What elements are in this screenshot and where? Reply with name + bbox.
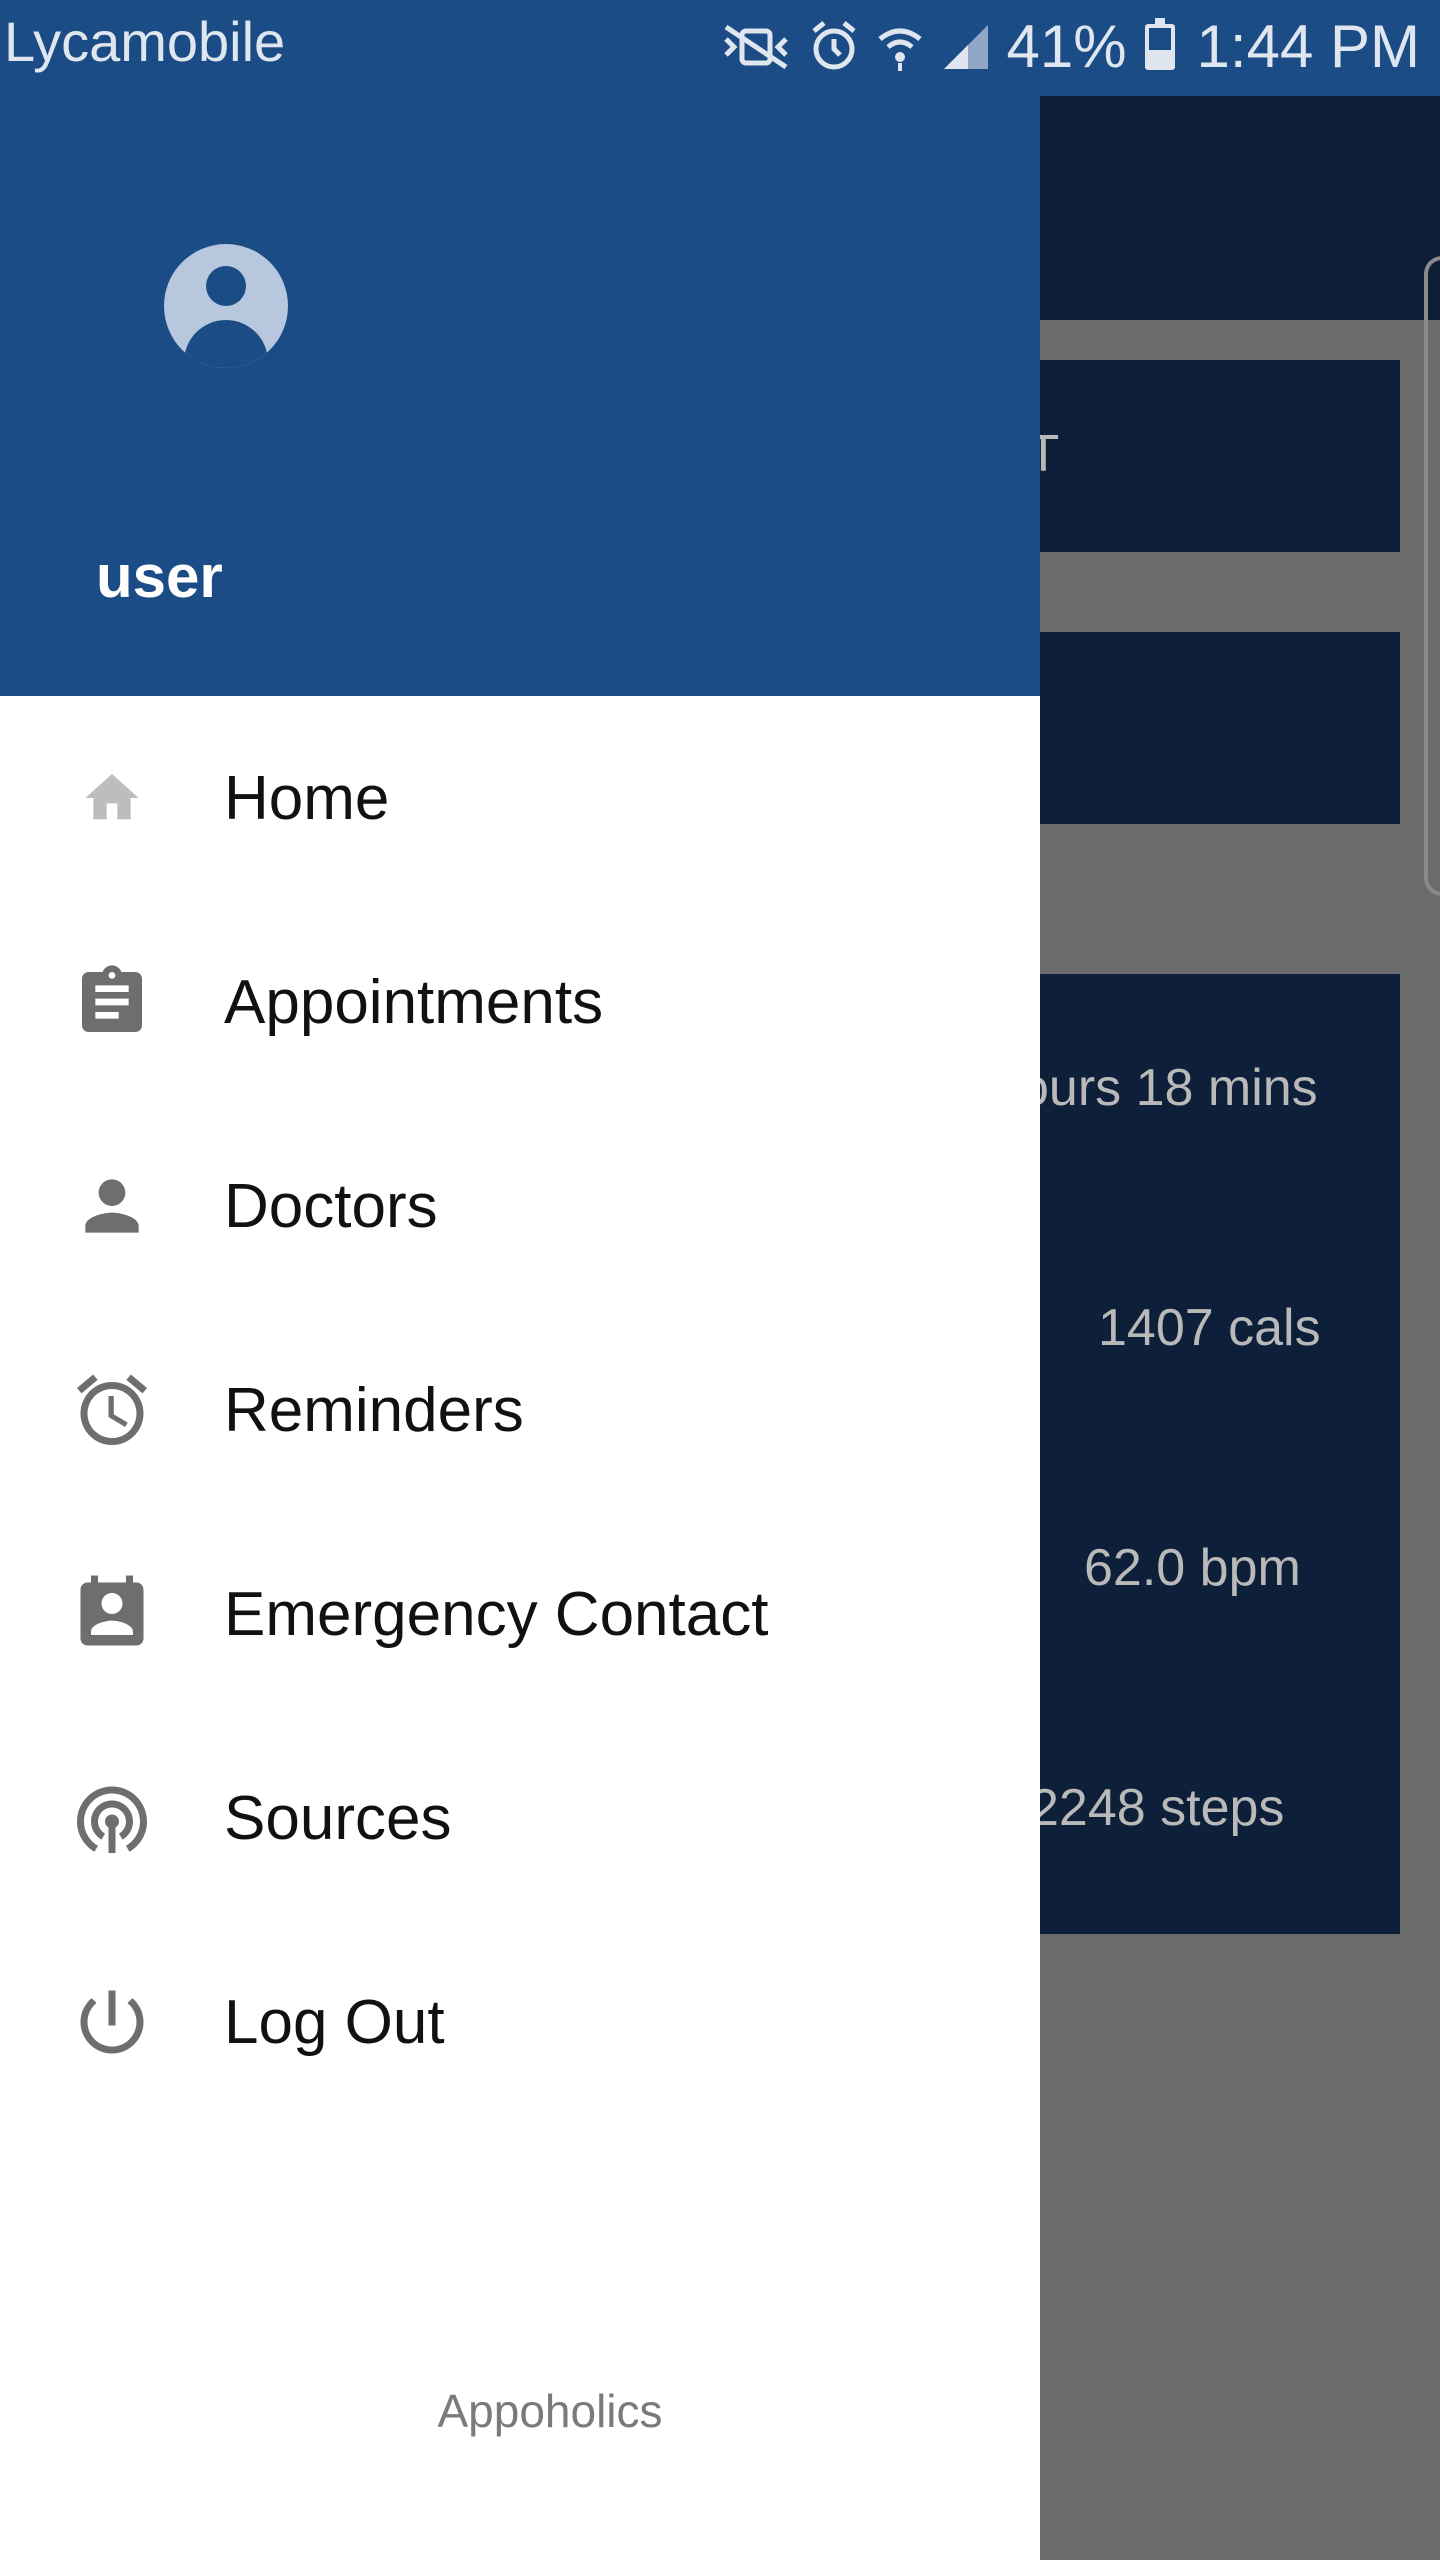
menu-item-label: Home xyxy=(224,763,390,833)
contact-card-icon xyxy=(68,1570,156,1658)
status-icons: 41% 1:44 PM xyxy=(718,12,1420,82)
signal-icon xyxy=(940,21,992,73)
background-card xyxy=(990,632,1400,824)
home-icon xyxy=(68,754,156,842)
menu-item-home[interactable]: Home xyxy=(0,696,1040,900)
drawer-header: user xyxy=(0,96,1040,696)
background-card: 2248 steps xyxy=(990,1694,1400,1934)
navigation-drawer: user Home Appointments Doctors Reminders… xyxy=(0,96,1040,2560)
menu-item-label: Appointments xyxy=(224,967,604,1037)
menu-item-log-out[interactable]: Log Out xyxy=(0,1920,1040,2124)
status-bar: Lycamobile 41% 1:44 PM xyxy=(0,0,1440,96)
menu-item-sources[interactable]: Sources xyxy=(0,1716,1040,1920)
menu-item-appointments[interactable]: Appointments xyxy=(0,900,1040,1104)
menu-item-label: Emergency Contact xyxy=(224,1579,769,1649)
background-card-text: ours 18 mins xyxy=(1020,1059,1318,1117)
background-card: 62.0 bpm xyxy=(990,1454,1400,1694)
background-card: 1407 cals xyxy=(990,1214,1400,1454)
power-icon xyxy=(68,1978,156,2066)
person-icon xyxy=(68,1162,156,1250)
menu-item-emergency-contact[interactable]: Emergency Contact xyxy=(0,1512,1040,1716)
menu-item-label: Log Out xyxy=(224,1987,445,2057)
alarm-clock-icon xyxy=(68,1366,156,1454)
background-card-text: 62.0 bpm xyxy=(1084,1539,1301,1597)
mute-vibrate-icon xyxy=(718,19,794,75)
background-panel-edge xyxy=(1424,256,1440,896)
background-card: ours 18 mins xyxy=(990,974,1400,1214)
menu-item-reminders[interactable]: Reminders xyxy=(0,1308,1040,1512)
drawer-footer-brand: Appoholics xyxy=(437,2385,663,2437)
user-name: user xyxy=(96,543,223,610)
menu-item-label: Reminders xyxy=(224,1375,524,1445)
battery-icon xyxy=(1144,18,1175,70)
clipboard-icon xyxy=(68,958,156,1046)
battery-percent: 41% xyxy=(1006,13,1127,80)
broadcast-icon xyxy=(68,1774,156,1862)
background-card-text: 1407 cals xyxy=(1098,1299,1321,1357)
background-card: CT xyxy=(990,360,1400,552)
carrier-name: Lycamobile xyxy=(4,10,286,73)
alarm-icon xyxy=(808,19,860,75)
account-circle-icon[interactable] xyxy=(164,244,288,368)
clock: 1:44 PM xyxy=(1196,13,1420,80)
background-card-text: 2248 steps xyxy=(1030,1779,1285,1837)
menu-item-label: Sources xyxy=(224,1783,452,1853)
wifi-icon xyxy=(874,19,926,75)
menu-item-doctors[interactable]: Doctors xyxy=(0,1104,1040,1308)
menu-item-label: Doctors xyxy=(224,1171,438,1241)
